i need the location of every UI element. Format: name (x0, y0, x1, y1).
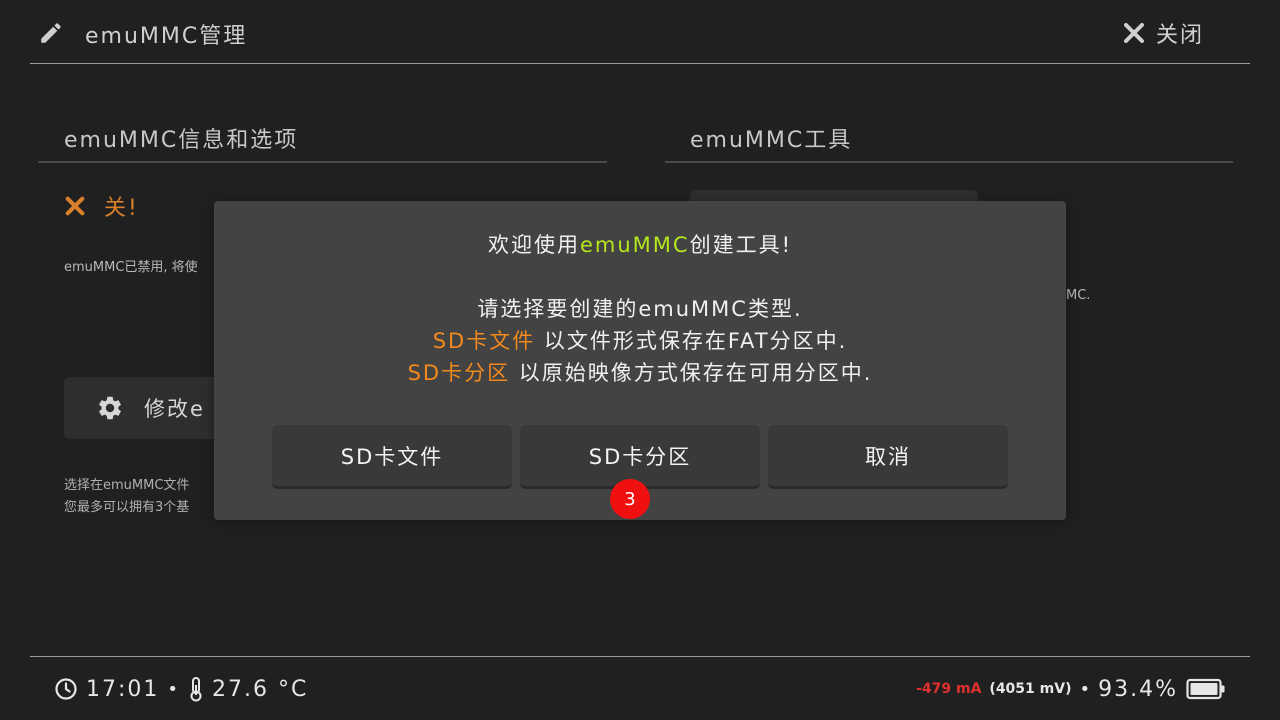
info-section-divider (38, 161, 607, 163)
dialog-option-sd-partition-desc: SD卡分区 以原始映像方式保存在可用分区中. (407, 361, 873, 385)
create-emummc-dialog: 欢迎使用emuMMC创建工具! 请选择要创建的emuMMC类型. SD卡文件 以… (214, 201, 1066, 520)
battery-percent: 93.4% (1098, 676, 1178, 702)
tools-section-divider (665, 161, 1233, 163)
sd-file-button[interactable]: SD卡文件 (272, 425, 512, 489)
close-x-icon (1124, 23, 1144, 43)
header-divider (30, 63, 1250, 64)
clock-icon (55, 678, 77, 700)
page-title: emuMMC管理 (85, 24, 248, 49)
separator: • (167, 678, 181, 700)
thermometer-icon (190, 677, 202, 702)
help-text-line-1: 选择在emuMMC文件 (64, 478, 190, 493)
status-bar-right: -479 mA (4051 mV) • 93.4% (916, 674, 1226, 704)
status-text: 关! (104, 196, 139, 221)
clock-time: 17:01 (86, 676, 160, 702)
tools-section-heading: emuMMC工具 (690, 128, 853, 153)
battery-voltage: (4051 mV) (989, 681, 1072, 697)
cancel-button[interactable]: 取消 (768, 425, 1008, 489)
pencil-icon (41, 23, 61, 43)
close-button[interactable]: 关闭 (1122, 18, 1204, 48)
close-label: 关闭 (1156, 23, 1205, 48)
gear-icon (99, 396, 121, 420)
status-bar-left: 17:01 • 27.6 °C (54, 674, 308, 704)
footer-divider (30, 656, 1250, 657)
help-text-line-2: 您最多可以拥有3个基 (64, 500, 190, 515)
battery-current: -479 mA (916, 681, 982, 697)
emummc-highlight: emuMMC (579, 233, 690, 257)
modify-button-label: 修改e (144, 397, 205, 421)
sd-partition-button[interactable]: SD卡分区 (520, 425, 760, 489)
info-section-heading: emuMMC信息和选项 (64, 128, 299, 153)
battery-icon (1186, 678, 1225, 700)
dialog-option-sd-file-desc: SD卡文件 以文件形式保存在FAT分区中. (432, 329, 848, 353)
dialog-prompt: 请选择要创建的emuMMC类型. (477, 297, 803, 321)
status-description: emuMMC已禁用, 将使 (64, 260, 198, 275)
tools-description-fragment: MC. (1066, 288, 1091, 303)
separator: • (1079, 678, 1091, 700)
emummc-status: 关! (64, 190, 139, 222)
step-badge: 3 (610, 479, 650, 519)
temperature-value: 27.6 °C (212, 676, 309, 702)
x-icon (65, 196, 85, 216)
dialog-welcome-text: 欢迎使用emuMMC创建工具! (487, 233, 792, 257)
